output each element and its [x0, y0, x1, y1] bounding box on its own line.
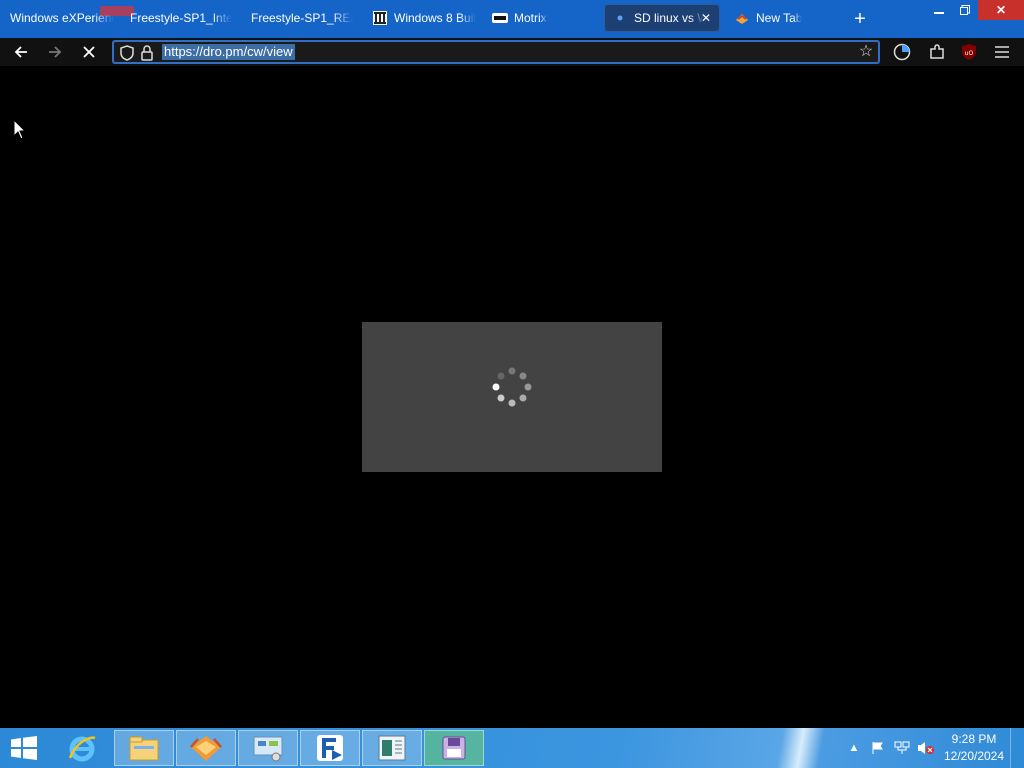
freefilesync-icon: [317, 735, 343, 761]
menu-hamburger-icon[interactable]: [991, 42, 1013, 62]
bookmark-star-icon[interactable]: ☆: [856, 43, 876, 61]
tab-label: SD linux vs Windows: [634, 11, 704, 25]
museum-icon: [372, 10, 388, 26]
motrix-icon: [492, 10, 508, 26]
tab-label: Motrix: [514, 11, 547, 25]
page-content: [0, 66, 1024, 728]
clock-time: 9:28 PM: [951, 732, 997, 746]
browser-navigation-bar: https://dro.pm/cw/view ☆ uO: [0, 38, 1024, 66]
taskbar-floppy-app[interactable]: [424, 730, 484, 766]
extensions-puzzle-icon[interactable]: [926, 42, 948, 62]
taskbar-reader[interactable]: [362, 730, 422, 766]
windows-taskbar: ▲ 9:28 PM 12/20/2024: [0, 728, 1024, 768]
desktop-screen: Windows eXPerience Freestyle-SP1_Intel F…: [0, 0, 1024, 768]
new-tab-button[interactable]: +: [848, 8, 872, 32]
volume-muted-icon[interactable]: [914, 728, 938, 768]
floppy-app-icon: [442, 736, 466, 760]
taskbar-file-explorer[interactable]: [114, 730, 174, 766]
tab-label: Freestyle-SP1_Intel: [130, 11, 232, 25]
system-clock[interactable]: 9:28 PM 12/20/2024: [938, 731, 1010, 765]
video-player-placeholder[interactable]: [362, 322, 662, 472]
svg-text:uO: uO: [965, 50, 974, 57]
taskbar-firefox[interactable]: [176, 730, 236, 766]
reader-icon: [378, 735, 406, 761]
tab-label: New Tab: [756, 11, 803, 25]
tab-new-tab[interactable]: New Tab: [726, 4, 838, 32]
forward-button[interactable]: [44, 41, 66, 63]
tab-sd-linux-active[interactable]: SD linux vs Windows ✕: [604, 4, 720, 32]
show-hidden-icons-chevron-icon[interactable]: ▲: [842, 728, 866, 768]
tracking-protection-shield-icon[interactable]: [118, 44, 136, 62]
firefox-account-icon[interactable]: [891, 42, 913, 62]
taskbar-internet-explorer[interactable]: [52, 730, 112, 766]
lock-icon[interactable]: [139, 44, 155, 62]
internet-explorer-icon: [68, 736, 96, 762]
action-center-flag-icon[interactable]: [866, 728, 890, 768]
url-text[interactable]: https://dro.pm/cw/view: [162, 44, 295, 60]
clock-date: 12/20/2024: [943, 749, 1005, 763]
close-tab-icon[interactable]: ✕: [698, 10, 714, 26]
close-window-button[interactable]: ✕: [978, 0, 1024, 20]
tab-label: Windows eXPerience: [10, 11, 114, 25]
tab-freestyle-readme[interactable]: Freestyle-SP1_README: [243, 4, 353, 32]
mouse-cursor-icon: [13, 119, 27, 140]
window-controls: ✕: [926, 0, 1024, 20]
tab-freestyle-intel[interactable]: Freestyle-SP1_Intel: [122, 4, 232, 32]
firefox-icon: [734, 10, 750, 26]
restore-button[interactable]: [952, 0, 978, 20]
taskbar-control-panel[interactable]: [238, 730, 298, 766]
address-bar[interactable]: https://dro.pm/cw/view ☆: [112, 40, 880, 64]
browser-tab-strip: Windows eXPerience Freestyle-SP1_Intel F…: [0, 0, 1024, 38]
tab-windows-experience[interactable]: Windows eXPerience: [2, 4, 114, 32]
network-icon[interactable]: [890, 728, 914, 768]
start-windows-icon[interactable]: [10, 736, 38, 760]
control-panel-icon: [253, 736, 283, 762]
file-explorer-icon: [129, 736, 159, 761]
tab-windows-8-build[interactable]: Windows 8 Build: [364, 4, 476, 32]
back-button[interactable]: [10, 41, 32, 63]
firefox-fox-icon: [190, 736, 222, 761]
minimize-button[interactable]: [926, 0, 952, 20]
loading-spinner-icon: [492, 367, 532, 407]
tab-label: Windows 8 Build: [394, 11, 476, 25]
stop-loading-button[interactable]: [78, 41, 100, 63]
tab-motrix[interactable]: Motrix: [484, 4, 596, 32]
tab-label: Freestyle-SP1_README: [251, 11, 353, 25]
dot-icon: [612, 10, 628, 26]
system-tray: ▲ 9:28 PM 12/20/2024: [842, 728, 1024, 768]
ublock-origin-icon[interactable]: uO: [958, 42, 980, 62]
show-desktop-button[interactable]: [1010, 728, 1024, 768]
taskbar-freefilesync[interactable]: [300, 730, 360, 766]
